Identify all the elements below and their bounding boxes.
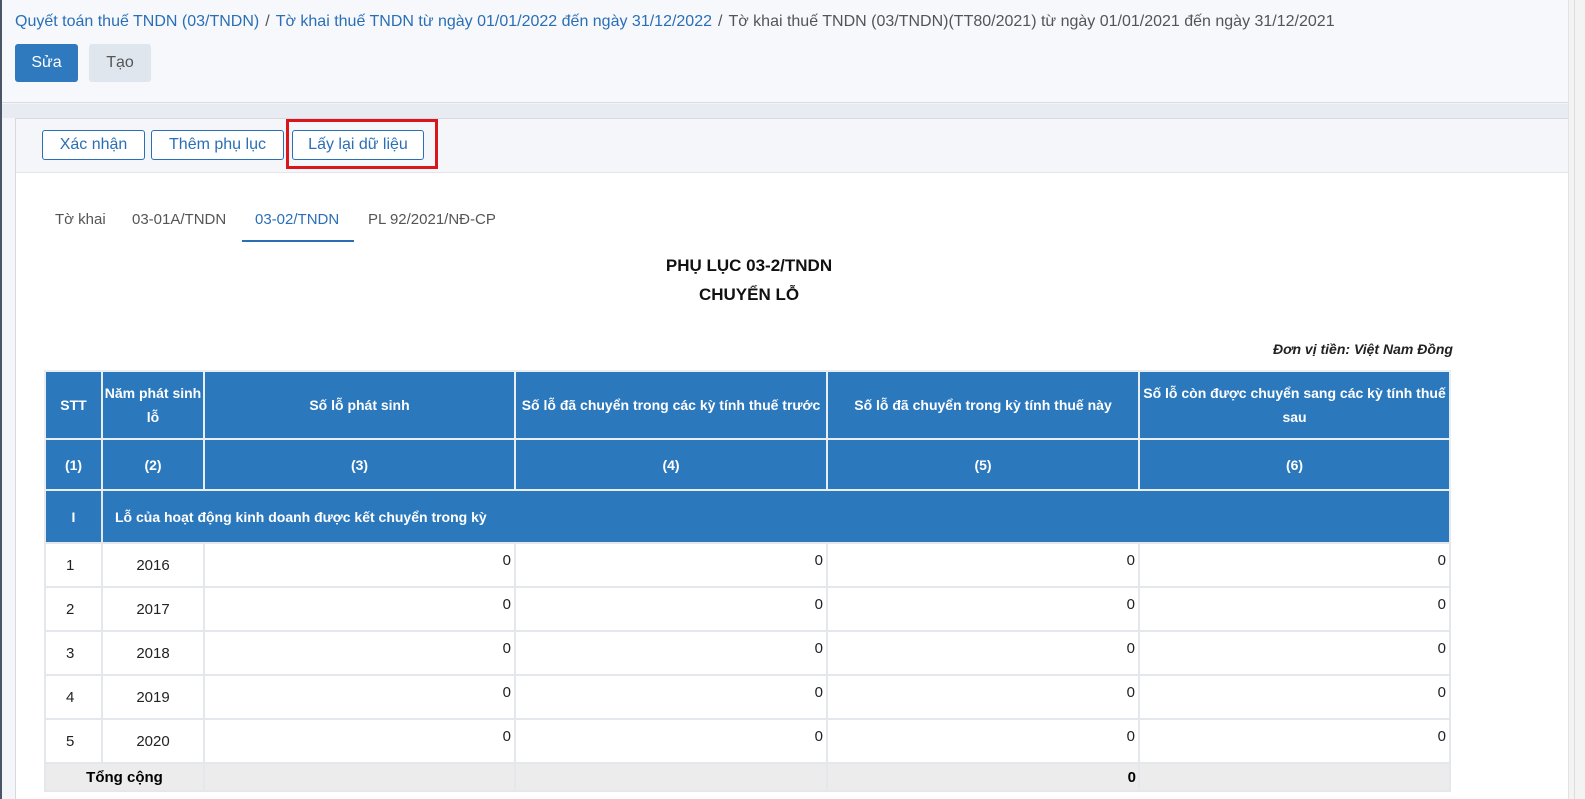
total-row: Tổng cộng 0 <box>44 762 1451 792</box>
section-title: Lỗ của hoạt động kinh doanh được kết chu… <box>101 489 1451 544</box>
loss-remaining-input[interactable]: 0 <box>1138 630 1451 676</box>
table-header-row: STT Năm phát sinh lỗ Số lỗ phát sinh Số … <box>44 370 1451 440</box>
breadcrumb-link-annual-settlement[interactable]: Quyết toán thuế TNDN (03/TNDN) <box>15 13 259 30</box>
page-scrollbar[interactable] <box>1568 0 1585 799</box>
column-header-stt: STT <box>44 370 103 440</box>
loss-carried-current-input[interactable]: 0 <box>826 718 1140 764</box>
column-header-loss-remaining: Số lỗ còn được chuyển sang các kỳ tính t… <box>1138 370 1451 440</box>
row-stt: 4 <box>44 674 103 720</box>
document-subtitle: CHUYỂN LỖ <box>698 285 800 304</box>
scrollbar-track <box>1574 0 1575 799</box>
table-row: 1 2016 0 0 0 0 <box>44 542 1451 588</box>
column-number: (2) <box>101 438 205 491</box>
table-row: 5 2020 0 0 0 0 <box>44 718 1451 764</box>
loss-carried-current-input[interactable]: 0 <box>826 674 1140 720</box>
loss-carried-previous-input[interactable]: 0 <box>514 718 828 764</box>
breadcrumb: Quyết toán thuế TNDN (03/TNDN) / Tờ khai t… <box>15 13 1335 31</box>
column-header-year: Năm phát sinh lỗ <box>101 370 205 440</box>
total-loss-carried-current: 0 <box>826 762 1140 792</box>
column-header-loss-carried-previous: Số lỗ đã chuyển trong các kỳ tính thuế t… <box>514 370 828 440</box>
loss-incurred-input[interactable]: 0 <box>203 586 516 632</box>
loss-incurred-input[interactable]: 0 <box>203 630 516 676</box>
row-stt: 1 <box>44 542 103 588</box>
loss-carried-previous-input[interactable]: 0 <box>514 586 828 632</box>
row-stt: 2 <box>44 586 103 632</box>
section-number: I <box>44 489 103 544</box>
row-year: 2020 <box>101 718 205 764</box>
breadcrumb-separator: / <box>718 13 723 30</box>
tab-declaration[interactable]: Tờ khai <box>42 207 119 242</box>
column-number: (5) <box>826 438 1140 491</box>
column-number: (4) <box>514 438 828 491</box>
total-cell <box>514 762 828 792</box>
tab-pl-92[interactable]: PL 92/2021/NĐ-CP <box>355 207 509 242</box>
total-cell <box>203 762 516 792</box>
loss-remaining-input[interactable]: 0 <box>1138 542 1451 588</box>
loss-remaining-input[interactable]: 0 <box>1138 586 1451 632</box>
column-number: (6) <box>1138 438 1451 491</box>
tab-03-02[interactable]: 03-02/TNDN <box>242 207 354 242</box>
total-cell <box>1138 762 1451 792</box>
loss-carried-current-input[interactable]: 0 <box>826 630 1140 676</box>
form-toolbar: Xác nhận Thêm phụ lục Lấy lại dữ liệu <box>16 119 1569 173</box>
loss-carried-current-input[interactable]: 0 <box>826 586 1140 632</box>
document-title: PHỤ LỤC 03-2/TNDN <box>665 256 833 275</box>
divider-strip <box>2 104 1568 118</box>
column-number: (3) <box>203 438 516 491</box>
loss-carried-previous-input[interactable]: 0 <box>514 630 828 676</box>
table-column-number-row: (1) (2) (3) (4) (5) (6) <box>44 438 1451 491</box>
page-header: Quyết toán thuế TNDN (03/TNDN) / Tờ khai t… <box>2 0 1568 103</box>
table-row: 4 2019 0 0 0 0 <box>44 674 1451 720</box>
loss-incurred-input[interactable]: 0 <box>203 542 516 588</box>
add-appendix-button[interactable]: Thêm phụ lục <box>151 130 284 160</box>
row-year: 2018 <box>101 630 205 676</box>
loss-carried-previous-input[interactable]: 0 <box>514 542 828 588</box>
breadcrumb-link-2022-declaration[interactable]: Tờ khai thuế TNDN từ ngày 01/01/2022 đến… <box>276 13 712 30</box>
column-header-loss-incurred: Số lỗ phát sinh <box>203 370 516 440</box>
row-year: 2019 <box>101 674 205 720</box>
currency-unit: Đơn vị tiền: Việt Nam Đồng <box>1272 341 1453 357</box>
breadcrumb-separator: / <box>265 13 270 30</box>
row-year: 2016 <box>101 542 205 588</box>
edit-button[interactable]: Sửa <box>15 44 78 82</box>
confirm-button[interactable]: Xác nhận <box>42 130 145 160</box>
reload-data-button[interactable]: Lấy lại dữ liệu <box>292 130 424 160</box>
create-button[interactable]: Tạo <box>89 44 151 82</box>
table-row: 3 2018 0 0 0 0 <box>44 630 1451 676</box>
loss-remaining-input[interactable]: 0 <box>1138 674 1451 720</box>
loss-carried-current-input[interactable]: 0 <box>826 542 1140 588</box>
declaration-card: Xác nhận Thêm phụ lục Lấy lại dữ liệu Tờ… <box>15 118 1569 799</box>
loss-remaining-input[interactable]: 0 <box>1138 718 1451 764</box>
column-number: (1) <box>44 438 103 491</box>
total-label: Tổng cộng <box>44 762 205 792</box>
loss-incurred-input[interactable]: 0 <box>203 718 516 764</box>
breadcrumb-current: Tờ khai thuế TNDN (03/TNDN)(TT80/2021) t… <box>728 13 1335 30</box>
loss-carried-previous-input[interactable]: 0 <box>514 674 828 720</box>
loss-carryforward-table: STT Năm phát sinh lỗ Số lỗ phát sinh Số … <box>44 370 1451 792</box>
section-row: I Lỗ của hoạt động kinh doanh được kết c… <box>44 489 1451 544</box>
column-header-loss-carried-current: Số lỗ đã chuyển trong kỳ tính thuế này <box>826 370 1140 440</box>
tab-03-01a[interactable]: 03-01A/TNDN <box>119 207 239 242</box>
row-stt: 5 <box>44 718 103 764</box>
row-stt: 3 <box>44 630 103 676</box>
loss-incurred-input[interactable]: 0 <box>203 674 516 720</box>
row-year: 2017 <box>101 586 205 632</box>
table-row: 2 2017 0 0 0 0 <box>44 586 1451 632</box>
window-left-edge <box>0 0 2 799</box>
